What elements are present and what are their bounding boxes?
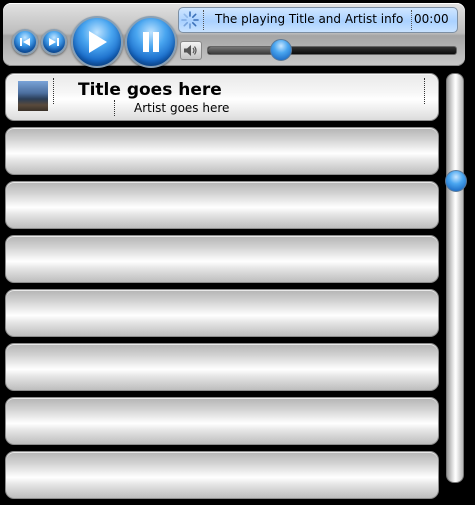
playlist-scrollbar-thumb[interactable]: [445, 170, 467, 192]
playlist-row[interactable]: Title goes here Artist goes here: [5, 73, 439, 121]
info-separator: [203, 10, 204, 30]
pause-icon: [143, 32, 159, 52]
row-separator: [53, 78, 54, 104]
row-separator: [114, 100, 115, 116]
pause-button[interactable]: [125, 16, 177, 68]
speaker-icon: [184, 45, 197, 56]
playlist: Title goes here Artist goes here: [5, 73, 439, 505]
playlist-row[interactable]: [5, 289, 439, 337]
loading-spinner-icon: [181, 11, 199, 29]
play-icon: [89, 31, 107, 53]
playlist-row[interactable]: [5, 343, 439, 391]
seek-slider-thumb[interactable]: [269, 39, 292, 61]
next-track-button[interactable]: [41, 29, 67, 55]
playlist-row[interactable]: [5, 397, 439, 445]
track-artist: Artist goes here: [134, 101, 230, 115]
play-button[interactable]: [71, 16, 123, 68]
previous-track-icon: [20, 38, 30, 46]
now-playing-text: The playing Title and Artist info: [215, 12, 404, 26]
info-separator: [411, 10, 412, 30]
time-display: 00:00: [414, 12, 449, 26]
now-playing-panel: The playing Title and Artist info 00:00: [178, 7, 458, 33]
row-separator: [424, 78, 425, 104]
track-title: Title goes here: [78, 80, 222, 100]
seek-slider[interactable]: [207, 39, 457, 61]
playlist-row[interactable]: [5, 451, 439, 499]
playlist-row[interactable]: [5, 235, 439, 283]
album-art: [18, 81, 48, 111]
playlist-row[interactable]: [5, 127, 439, 175]
playlist-scrollbar[interactable]: [446, 73, 464, 483]
playlist-row[interactable]: [5, 181, 439, 229]
previous-track-button[interactable]: [12, 29, 38, 55]
next-track-icon: [49, 38, 59, 46]
volume-button[interactable]: [180, 41, 202, 60]
